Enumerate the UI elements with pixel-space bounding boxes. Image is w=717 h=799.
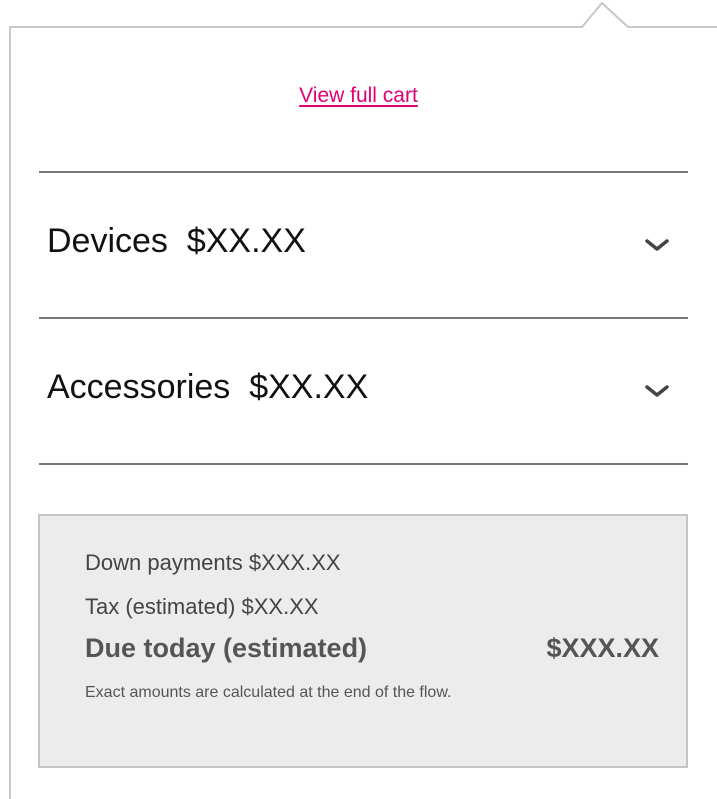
divider — [39, 463, 688, 465]
order-summary-box: Down payments $XXX.XX Tax (estimated) $X… — [38, 514, 688, 768]
devices-label: Devices $XX.XX — [47, 222, 306, 261]
devices-accordion-row[interactable]: Devices $XX.XX — [39, 172, 688, 316]
down-payments-line: Down payments $XXX.XX — [85, 550, 341, 575]
devices-title: Devices — [47, 222, 168, 260]
devices-amount: $XX.XX — [186, 222, 306, 260]
due-today-amount: $XXX.XX — [546, 633, 659, 663]
accessories-accordion-row[interactable]: Accessories $XX.XX — [39, 318, 688, 462]
chevron-down-icon[interactable] — [644, 384, 670, 398]
view-full-cart-link[interactable]: View full cart — [0, 84, 717, 108]
chevron-down-icon[interactable] — [644, 238, 670, 252]
tax-line: Tax (estimated) $XX.XX — [85, 594, 319, 619]
cart-popover: View full cart Devices $XX.XX Accessorie… — [0, 0, 717, 799]
accessories-amount: $XX.XX — [249, 368, 369, 406]
accessories-label: Accessories $XX.XX — [47, 368, 368, 407]
disclaimer-note: Exact amounts are calculated at the end … — [85, 684, 452, 701]
due-today-label: Due today (estimated) — [85, 633, 368, 663]
accessories-title: Accessories — [47, 368, 231, 406]
